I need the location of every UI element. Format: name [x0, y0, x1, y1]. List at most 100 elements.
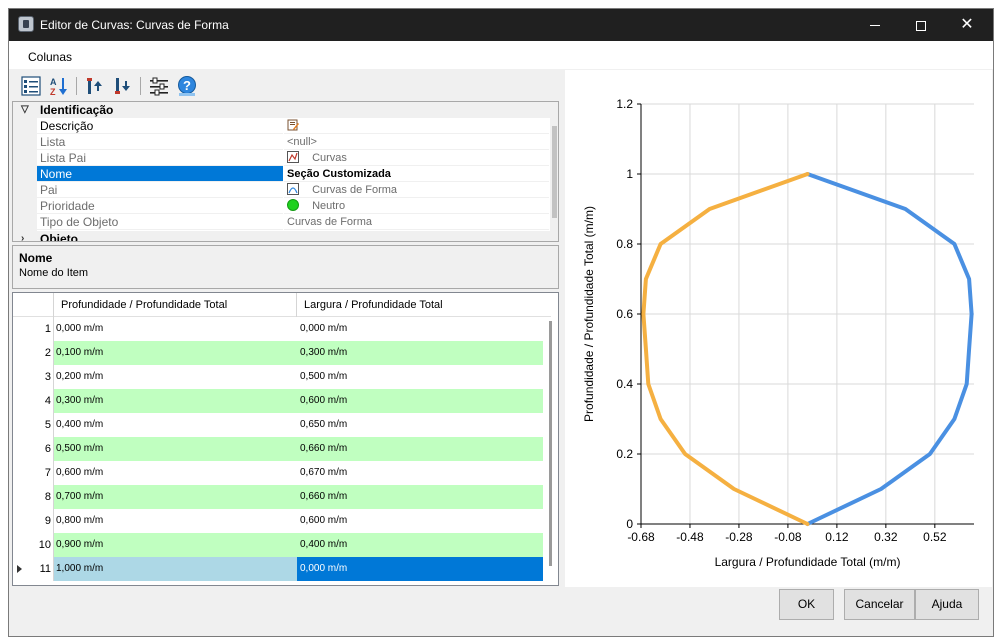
property-value[interactable]: Curvas de Forma: [284, 182, 549, 198]
row-header[interactable]: 11: [13, 557, 54, 581]
property-row[interactable]: Lista Pai Curvas: [37, 150, 549, 166]
property-value[interactable]: Seção Customizada: [284, 166, 549, 182]
depth-cell[interactable]: 1,000 m/m: [54, 557, 297, 581]
table-row[interactable]: 6 0,500 m/m 0,660 m/m: [13, 437, 543, 461]
property-row[interactable]: Lista <null>: [37, 134, 549, 150]
expand-chevron-icon[interactable]: ›: [21, 231, 24, 241]
table-row[interactable]: 1 0,000 m/m 0,000 m/m: [13, 317, 543, 341]
width-cell[interactable]: 0,670 m/m: [297, 461, 543, 485]
depth-cell[interactable]: 0,300 m/m: [54, 389, 297, 413]
depth-cell[interactable]: 0,900 m/m: [54, 533, 297, 557]
scrollbar-thumb[interactable]: [549, 321, 552, 566]
property-name: Descrição: [37, 118, 283, 134]
width-cell[interactable]: 0,000 m/m: [297, 317, 543, 341]
row-index: 9: [44, 515, 51, 527]
series-line-1: [805, 172, 974, 526]
width-cell[interactable]: 0,000 m/m: [297, 557, 543, 581]
row-index: 11: [39, 563, 51, 575]
width-cell[interactable]: 0,300 m/m: [297, 341, 543, 365]
property-row[interactable]: Pai Curvas de Forma: [37, 182, 549, 198]
category-identification[interactable]: ▽ Identificação: [13, 102, 558, 118]
svg-text:Z: Z: [50, 87, 56, 96]
table-row[interactable]: 5 0,400 m/m 0,650 m/m: [13, 413, 543, 437]
menu-columns[interactable]: Colunas: [28, 50, 72, 64]
column-header-width[interactable]: Largura / Profundidade Total: [297, 293, 541, 317]
row-index: 6: [44, 443, 51, 455]
help-button[interactable]: ?: [174, 74, 200, 98]
y-tick-label: 0.2: [616, 447, 633, 461]
property-row[interactable]: Tipo de Objeto Curvas de Forma: [37, 214, 549, 230]
help-dialog-button[interactable]: Ajuda: [915, 589, 979, 620]
move-down-button[interactable]: [110, 74, 136, 98]
toolbar-separator: [140, 77, 141, 95]
row-header[interactable]: 9: [13, 509, 54, 533]
width-cell[interactable]: 0,600 m/m: [297, 509, 543, 533]
property-value[interactable]: Curvas: [284, 150, 549, 166]
y-tick-label: 1: [626, 167, 633, 181]
close-icon: ✕: [960, 16, 974, 33]
property-value[interactable]: [284, 118, 549, 134]
property-value[interactable]: Curvas de Forma: [284, 214, 549, 230]
cancel-button[interactable]: Cancelar: [844, 589, 915, 620]
y-tick-label: 0.8: [616, 237, 633, 251]
depth-cell[interactable]: 0,500 m/m: [54, 437, 297, 461]
categorized-view-button[interactable]: [18, 74, 44, 98]
width-cell[interactable]: 0,500 m/m: [297, 365, 543, 389]
ok-button[interactable]: OK: [779, 589, 834, 620]
sort-alphabetical-button[interactable]: A Z: [46, 74, 72, 98]
table-scrollbar[interactable]: [543, 317, 558, 585]
property-row-selected[interactable]: Nome Seção Customizada: [37, 166, 549, 182]
column-header-depth[interactable]: Profundidade / Profundidade Total: [54, 293, 297, 317]
depth-cell[interactable]: 0,400 m/m: [54, 413, 297, 437]
table-row[interactable]: 7 0,600 m/m 0,670 m/m: [13, 461, 543, 485]
help-description: Nome do Item: [19, 267, 89, 279]
header-corner[interactable]: [13, 293, 54, 317]
depth-cell[interactable]: 0,800 m/m: [54, 509, 297, 533]
title-bar: Editor de Curvas: Curvas de Forma ✕: [9, 9, 993, 41]
scrollbar-thumb[interactable]: [552, 126, 557, 218]
width-cell[interactable]: 0,600 m/m: [297, 389, 543, 413]
row-header[interactable]: 8: [13, 485, 54, 509]
property-grid-scrollbar[interactable]: [550, 118, 558, 231]
table-row[interactable]: 10 0,900 m/m 0,400 m/m: [13, 533, 543, 557]
collapse-chevron-icon[interactable]: ▽: [21, 102, 29, 118]
property-name: Pai: [37, 182, 283, 198]
x-tick-label: 0.52: [923, 530, 947, 544]
move-up-icon: [87, 78, 102, 94]
move-up-button[interactable]: [82, 74, 108, 98]
depth-cell[interactable]: 0,700 m/m: [54, 485, 297, 509]
depth-cell[interactable]: 0,100 m/m: [54, 341, 297, 365]
row-header[interactable]: 4: [13, 389, 54, 413]
row-header[interactable]: 2: [13, 341, 54, 365]
category-object[interactable]: › Objeto: [13, 231, 558, 241]
property-value[interactable]: <null>: [284, 134, 549, 150]
table-row[interactable]: 8 0,700 m/m 0,660 m/m: [13, 485, 543, 509]
row-header[interactable]: 1: [13, 317, 54, 341]
property-value[interactable]: Neutro: [284, 198, 549, 214]
row-index: 2: [44, 347, 51, 359]
table-row[interactable]: 11 1,000 m/m 0,000 m/m: [13, 557, 543, 581]
maximize-button[interactable]: [898, 9, 944, 41]
table-row[interactable]: 2 0,100 m/m 0,300 m/m: [13, 341, 543, 365]
depth-cell[interactable]: 0,600 m/m: [54, 461, 297, 485]
close-button[interactable]: ✕: [944, 9, 990, 41]
depth-cell[interactable]: 0,200 m/m: [54, 365, 297, 389]
width-cell[interactable]: 0,660 m/m: [297, 437, 543, 461]
minimize-button[interactable]: [852, 9, 898, 41]
settings-button[interactable]: [146, 74, 172, 98]
width-cell[interactable]: 0,400 m/m: [297, 533, 543, 557]
depth-cell[interactable]: 0,000 m/m: [54, 317, 297, 341]
row-index: 4: [44, 395, 51, 407]
width-cell[interactable]: 0,660 m/m: [297, 485, 543, 509]
property-row[interactable]: Descrição: [37, 118, 549, 134]
row-header[interactable]: 7: [13, 461, 54, 485]
row-header[interactable]: 3: [13, 365, 54, 389]
table-row[interactable]: 3 0,200 m/m 0,500 m/m: [13, 365, 543, 389]
width-cell[interactable]: 0,650 m/m: [297, 413, 543, 437]
row-header[interactable]: 5: [13, 413, 54, 437]
row-header[interactable]: 10: [13, 533, 54, 557]
table-row[interactable]: 4 0,300 m/m 0,600 m/m: [13, 389, 543, 413]
row-header[interactable]: 6: [13, 437, 54, 461]
table-row[interactable]: 9 0,800 m/m 0,600 m/m: [13, 509, 543, 533]
property-row[interactable]: Prioridade Neutro: [37, 198, 549, 214]
